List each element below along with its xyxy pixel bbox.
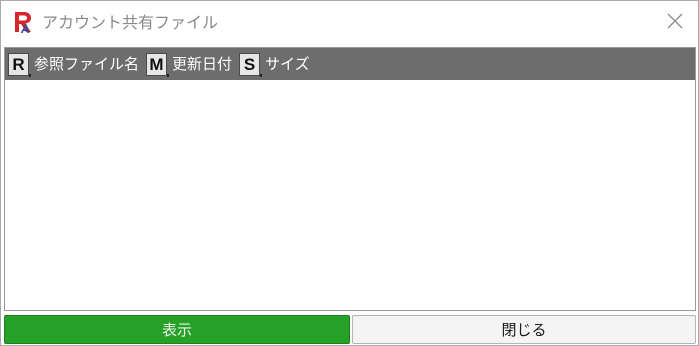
column-key-badge: R <box>8 52 31 77</box>
close-icon[interactable] <box>667 13 683 33</box>
column-header-size[interactable]: S サイズ <box>236 48 310 80</box>
window-title: アカウント共有ファイル <box>42 13 219 32</box>
column-key-badge: S <box>239 52 263 77</box>
show-button[interactable]: 表示 <box>4 315 350 344</box>
column-key-badge: M <box>146 52 170 77</box>
column-label: 更新日付 <box>172 55 233 73</box>
file-list-body[interactable] <box>5 80 695 310</box>
file-list-header: R 参照ファイル名 M 更新日付 S サイズ <box>5 48 695 80</box>
column-label: サイズ <box>265 55 310 73</box>
column-header-modified-date[interactable]: M 更新日付 <box>143 48 232 80</box>
close-window-button[interactable] <box>652 1 698 45</box>
column-label: 参照ファイル名 <box>34 55 140 73</box>
column-header-filename[interactable]: R 参照ファイル名 <box>5 48 139 80</box>
close-button[interactable]: 閉じる <box>352 315 696 344</box>
file-list: R 参照ファイル名 M 更新日付 S サイズ <box>4 47 696 311</box>
dialog-window: アカウント共有ファイル R 参照ファイル名 M 更新日付 S サイズ 表示 閉じ… <box>0 0 699 346</box>
title-bar: アカウント共有ファイル <box>1 1 698 45</box>
app-logo-icon <box>13 10 35 34</box>
